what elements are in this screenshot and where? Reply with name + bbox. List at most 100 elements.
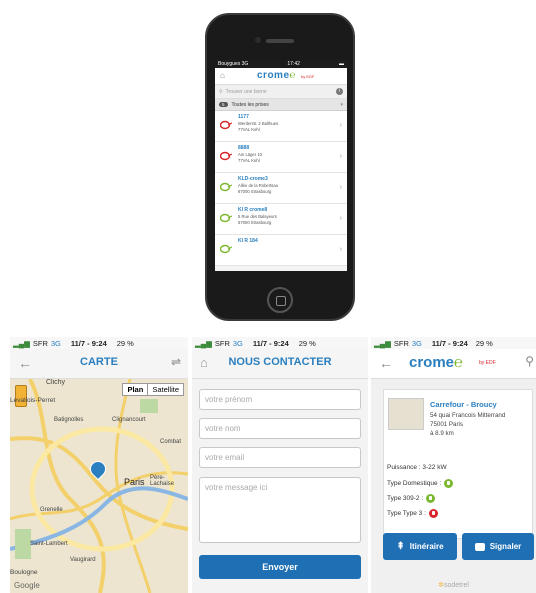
map-label-paris: Paris	[124, 477, 145, 487]
back-arrow-icon[interactable]: ←	[379, 355, 393, 371]
available-plug-icon	[444, 479, 454, 488]
station-list-item[interactable]: Kl R 184 ›	[215, 235, 347, 266]
last-name-field[interactable]: votre nom	[199, 418, 361, 439]
detail-header: ← crome℮ by EDF ⚲	[371, 349, 536, 379]
chevron-right-icon: ›	[339, 246, 342, 253]
first-name-field[interactable]: votre prénom	[199, 389, 361, 410]
front-camera	[255, 37, 261, 43]
available-plug-icon	[426, 494, 436, 503]
sodetrel-logo: ✲sodetrel	[438, 582, 469, 589]
status-time: 17:42	[287, 61, 300, 67]
station-list-item[interactable]: 8888 Am Läger 10 77VAL Kehl ›	[215, 142, 347, 173]
crome-logo: crome℮	[257, 70, 297, 81]
chevron-down-icon: ▾	[340, 101, 343, 108]
station-address-line: 67000 Strasbourg	[238, 220, 272, 225]
search-bar[interactable]: ⚲ Trouver une borne i	[215, 85, 347, 99]
carrier: Bouygues	[218, 61, 241, 67]
search-input[interactable]: Trouver une borne	[226, 89, 336, 95]
status-time: 11/7 - 9:24	[431, 338, 468, 348]
mini-map-thumbnail	[388, 398, 424, 430]
plug-type3-row: Type Type 3 :	[387, 509, 438, 518]
carrier: SFR	[214, 338, 230, 348]
chevron-right-icon: ›	[339, 153, 342, 160]
station-id: KLD-crome3	[238, 176, 268, 182]
status-time: 11/7 - 9:24	[252, 338, 289, 348]
station-address-line: 67000 Strasbourg	[238, 189, 272, 194]
chat-bubble-icon	[474, 542, 485, 551]
map-label-vaugirard: Vaugirard	[70, 557, 96, 563]
filter-count-badge: 5	[219, 102, 228, 107]
address-line-1: 54 quai Francois Mitterrand	[430, 412, 506, 419]
battery-label: 29 %	[298, 338, 316, 348]
map-label-clichy: Clichy	[46, 379, 66, 386]
map-label-grenelle: Grenelle	[40, 507, 63, 513]
signal-icon: ▂▄▆	[13, 338, 30, 348]
station-name: Carrefour - Broucy	[430, 400, 497, 409]
filter-section[interactable]: 5 Toutes les prises ▾	[215, 99, 347, 111]
plug-309-row: Type 309-2 :	[387, 494, 436, 503]
detail-screen: ▂▄▆ SFR 3G 11/7 - 9:24 29 % ← crome℮ by …	[371, 337, 536, 593]
chevron-right-icon: ›	[339, 215, 342, 222]
itinerary-button[interactable]: ⇞ Itinéraire	[383, 533, 457, 560]
network: 3G	[232, 338, 243, 348]
home-icon[interactable]: ⌂	[220, 71, 225, 80]
plug-icon	[219, 244, 233, 254]
carrier: SFR	[32, 338, 48, 348]
top-phone-screen: Bouygues 3G 17:42 ▬ ⌂ crome℮ by EDF ⚲ Tr…	[215, 60, 347, 271]
map-label-clignancourt: Clignancourt	[112, 417, 146, 423]
google-logo: Google	[14, 581, 40, 590]
station-id: 1177	[238, 114, 249, 120]
station-list-item[interactable]: KLD-crome3 Allée de la Robertsau 67000 Str…	[215, 173, 347, 204]
station-address-line: Am Läger 10	[238, 152, 262, 157]
status-bar: Bouygues 3G 17:42 ▬	[215, 60, 347, 68]
station-address-line: Werderstr. 2 Balthues	[238, 121, 279, 126]
station-address-line: Allée de la Robertsau	[238, 183, 279, 188]
chevron-right-icon: ›	[339, 122, 342, 129]
plug-domestic-label: Type Domestique :	[387, 480, 442, 488]
station-list-item[interactable]: Kl R crome8 5 Rue des Balayeurs 67000 Stra…	[215, 204, 347, 235]
filter-label: Toutes les prises	[231, 101, 269, 108]
email-field[interactable]: votre email	[199, 447, 361, 468]
plug-icon	[219, 182, 233, 192]
message-field[interactable]: votre message ici	[199, 477, 361, 543]
signal-icon: ▂▄▆	[374, 338, 391, 348]
status-time: 11/7 - 9:24	[70, 338, 107, 348]
map-label-pere-lachaise: Père-Lachaise	[150, 475, 175, 487]
battery-label: 29 %	[475, 338, 493, 348]
station-id: Kl R 184	[238, 238, 258, 244]
map-label-combat: Combat	[160, 439, 182, 445]
speaker-grille	[266, 39, 294, 43]
contact-screen: ▂▄▆ SFR 3G 11/7 - 9:24 29 % ⌂ NOUS CONTA…	[192, 337, 368, 593]
report-button[interactable]: Signaler	[462, 533, 534, 560]
station-id: Kl R crome8	[238, 207, 268, 213]
location-pin-icon[interactable]: ⚲	[525, 354, 534, 368]
station-marker-icon[interactable]	[86, 457, 110, 483]
plug-icon	[219, 151, 233, 161]
satellite-button[interactable]: Satellite	[148, 384, 183, 395]
info-icon[interactable]: i	[336, 88, 343, 95]
map-label-saint-lambert: Saint-Lambert	[30, 541, 68, 547]
map-view[interactable]: Plan Satellite Clichy Batignolles Cligna…	[10, 379, 188, 593]
unavailable-plug-icon	[428, 509, 438, 518]
filter-icon[interactable]: ⇌	[171, 355, 181, 369]
map-label-batignolles: Batignolles	[54, 417, 84, 423]
battery-label: 29 %	[116, 338, 134, 348]
submit-button[interactable]: Envoyer	[199, 555, 361, 579]
status-bar: ▂▄▆ SFR 3G 11/7 - 9:24 29 %	[371, 337, 536, 349]
home-button[interactable]	[267, 287, 293, 313]
page-title: NOUS CONTACTER	[228, 356, 332, 368]
plug-type3-label: Type Type 3 :	[387, 510, 426, 518]
plug-domestic-row: Type Domestique :	[387, 479, 454, 488]
contact-header: ⌂ NOUS CONTACTER	[192, 349, 368, 379]
station-list: 1177 Werderstr. 2 Balthues 77VAL Kehl › 8888…	[215, 111, 347, 266]
station-list-item[interactable]: 1177 Werderstr. 2 Balthues 77VAL Kehl ›	[215, 111, 347, 142]
map-label-boulogne: Boulogne	[10, 569, 38, 576]
plan-button[interactable]: Plan	[123, 384, 149, 395]
network: 3G	[411, 338, 422, 348]
station-id: 8888	[238, 145, 250, 151]
itinerary-label: Itinéraire	[409, 542, 444, 551]
chevron-right-icon: ›	[339, 184, 342, 191]
status-bar: ▂▄▆ SFR 3G 11/7 - 9:24 29 %	[10, 337, 188, 349]
plug-icon	[219, 213, 233, 223]
edf-logo: by EDF	[301, 74, 315, 79]
